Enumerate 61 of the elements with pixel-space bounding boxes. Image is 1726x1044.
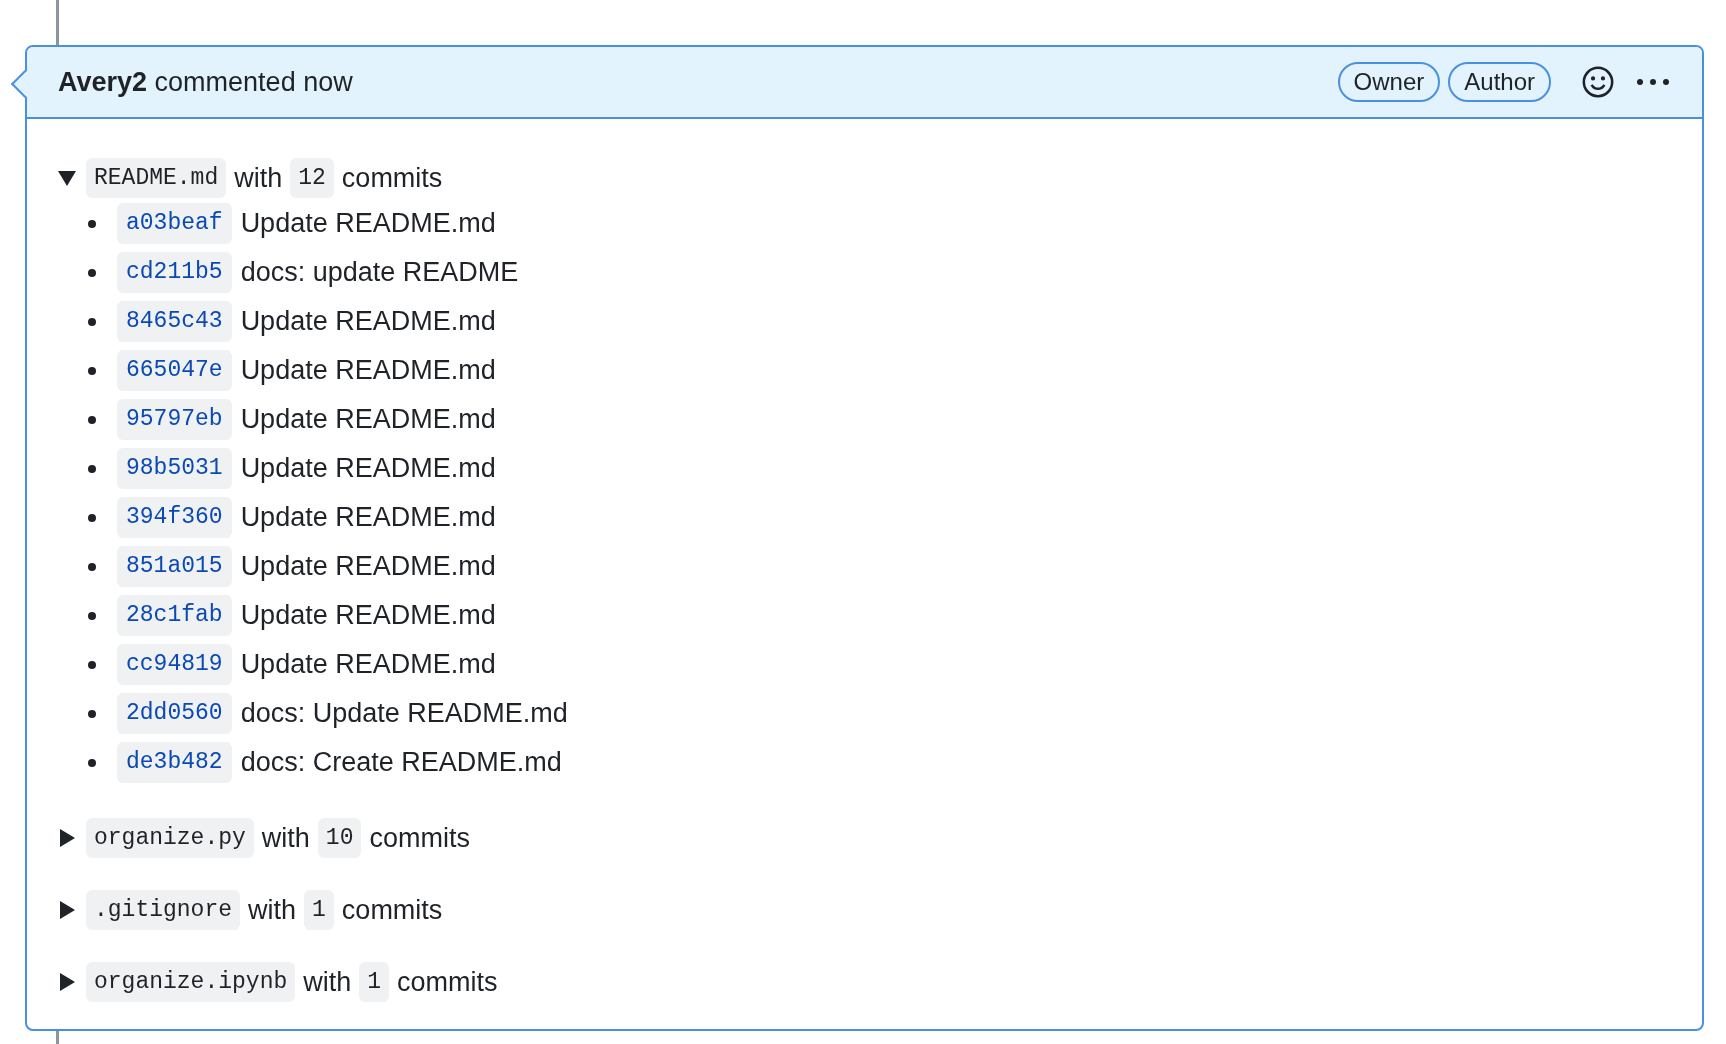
- commit-sha-link[interactable]: 95797eb: [117, 399, 232, 440]
- bullet-icon: [88, 758, 96, 767]
- triangle-right-icon[interactable]: [58, 829, 76, 847]
- commit-count: 10: [317, 817, 362, 859]
- comment-heading: Avery2 commented now: [58, 65, 353, 99]
- commit-message: Update README.md: [240, 305, 496, 339]
- commit-message: Update README.md: [240, 354, 496, 388]
- with-label: with: [303, 965, 352, 999]
- commit-sha-link[interactable]: 8465c43: [117, 301, 232, 342]
- role-badge: Author: [1448, 62, 1551, 102]
- commit-count: 1: [359, 961, 390, 1003]
- commit-message: Update README.md: [240, 599, 496, 633]
- bullet-icon: [88, 415, 96, 424]
- file-name: organize.py: [86, 817, 254, 859]
- bullet-icon: [88, 464, 96, 473]
- file-name: organize.ipynb: [86, 961, 296, 1003]
- commit-message: Update README.md: [240, 648, 496, 682]
- commits-label: commits: [341, 161, 443, 195]
- file-name: .gitignore: [86, 889, 241, 931]
- bullet-icon: [88, 611, 96, 620]
- commit-sha-link[interactable]: 2dd0560: [117, 693, 232, 734]
- commit-message: docs: Update README.md: [240, 697, 568, 731]
- commit-message: Update README.md: [240, 207, 496, 241]
- commit-sha-link[interactable]: 851a015: [117, 546, 232, 587]
- commit-count: 1: [304, 889, 334, 931]
- triangle-down-icon[interactable]: [58, 169, 76, 187]
- bullet-icon: [88, 317, 96, 326]
- commit-sha-link[interactable]: cd211b5: [117, 252, 232, 293]
- bullet-icon: [88, 366, 96, 375]
- commit-message: docs: Create README.md: [240, 746, 562, 780]
- commit-sha-link[interactable]: de3b482: [117, 742, 232, 783]
- bullet-icon: [88, 513, 96, 522]
- commit-message: Update README.md: [240, 452, 496, 486]
- role-badge: Owner: [1337, 62, 1441, 102]
- commit-count: 12: [290, 157, 334, 199]
- commits-label: commits: [341, 893, 443, 927]
- commits-label: commits: [397, 965, 498, 999]
- bullet-icon: [88, 709, 96, 718]
- bullet-icon: [88, 562, 96, 571]
- more-options-icon[interactable]: [1635, 77, 1671, 87]
- with-label: with: [261, 821, 310, 855]
- smiley-icon[interactable]: [1581, 65, 1615, 99]
- commit-sha-link[interactable]: 98b5031: [117, 448, 232, 489]
- commit-message: Update README.md: [240, 550, 496, 584]
- bullet-icon: [88, 660, 96, 669]
- triangle-right-icon[interactable]: [58, 973, 76, 991]
- commit-message: Update README.md: [240, 403, 496, 437]
- commit-sha-link[interactable]: 28c1fab: [117, 595, 232, 636]
- commit-sha-link[interactable]: cc94819: [117, 644, 232, 685]
- commit-sha-link[interactable]: a03beaf: [117, 203, 232, 244]
- with-label: with: [248, 893, 297, 927]
- commit-sha-link[interactable]: 394f360: [117, 497, 232, 538]
- commit-sha-link[interactable]: 665047e: [117, 350, 232, 391]
- triangle-right-icon[interactable]: [58, 901, 76, 919]
- bullet-icon: [88, 219, 96, 228]
- commit-message: Update README.md: [240, 501, 496, 535]
- bullet-icon: [88, 268, 96, 277]
- commits-label: commits: [369, 821, 470, 855]
- file-name: README.md: [86, 157, 227, 199]
- commit-message: docs: update README: [240, 256, 519, 290]
- with-label: with: [234, 161, 283, 195]
